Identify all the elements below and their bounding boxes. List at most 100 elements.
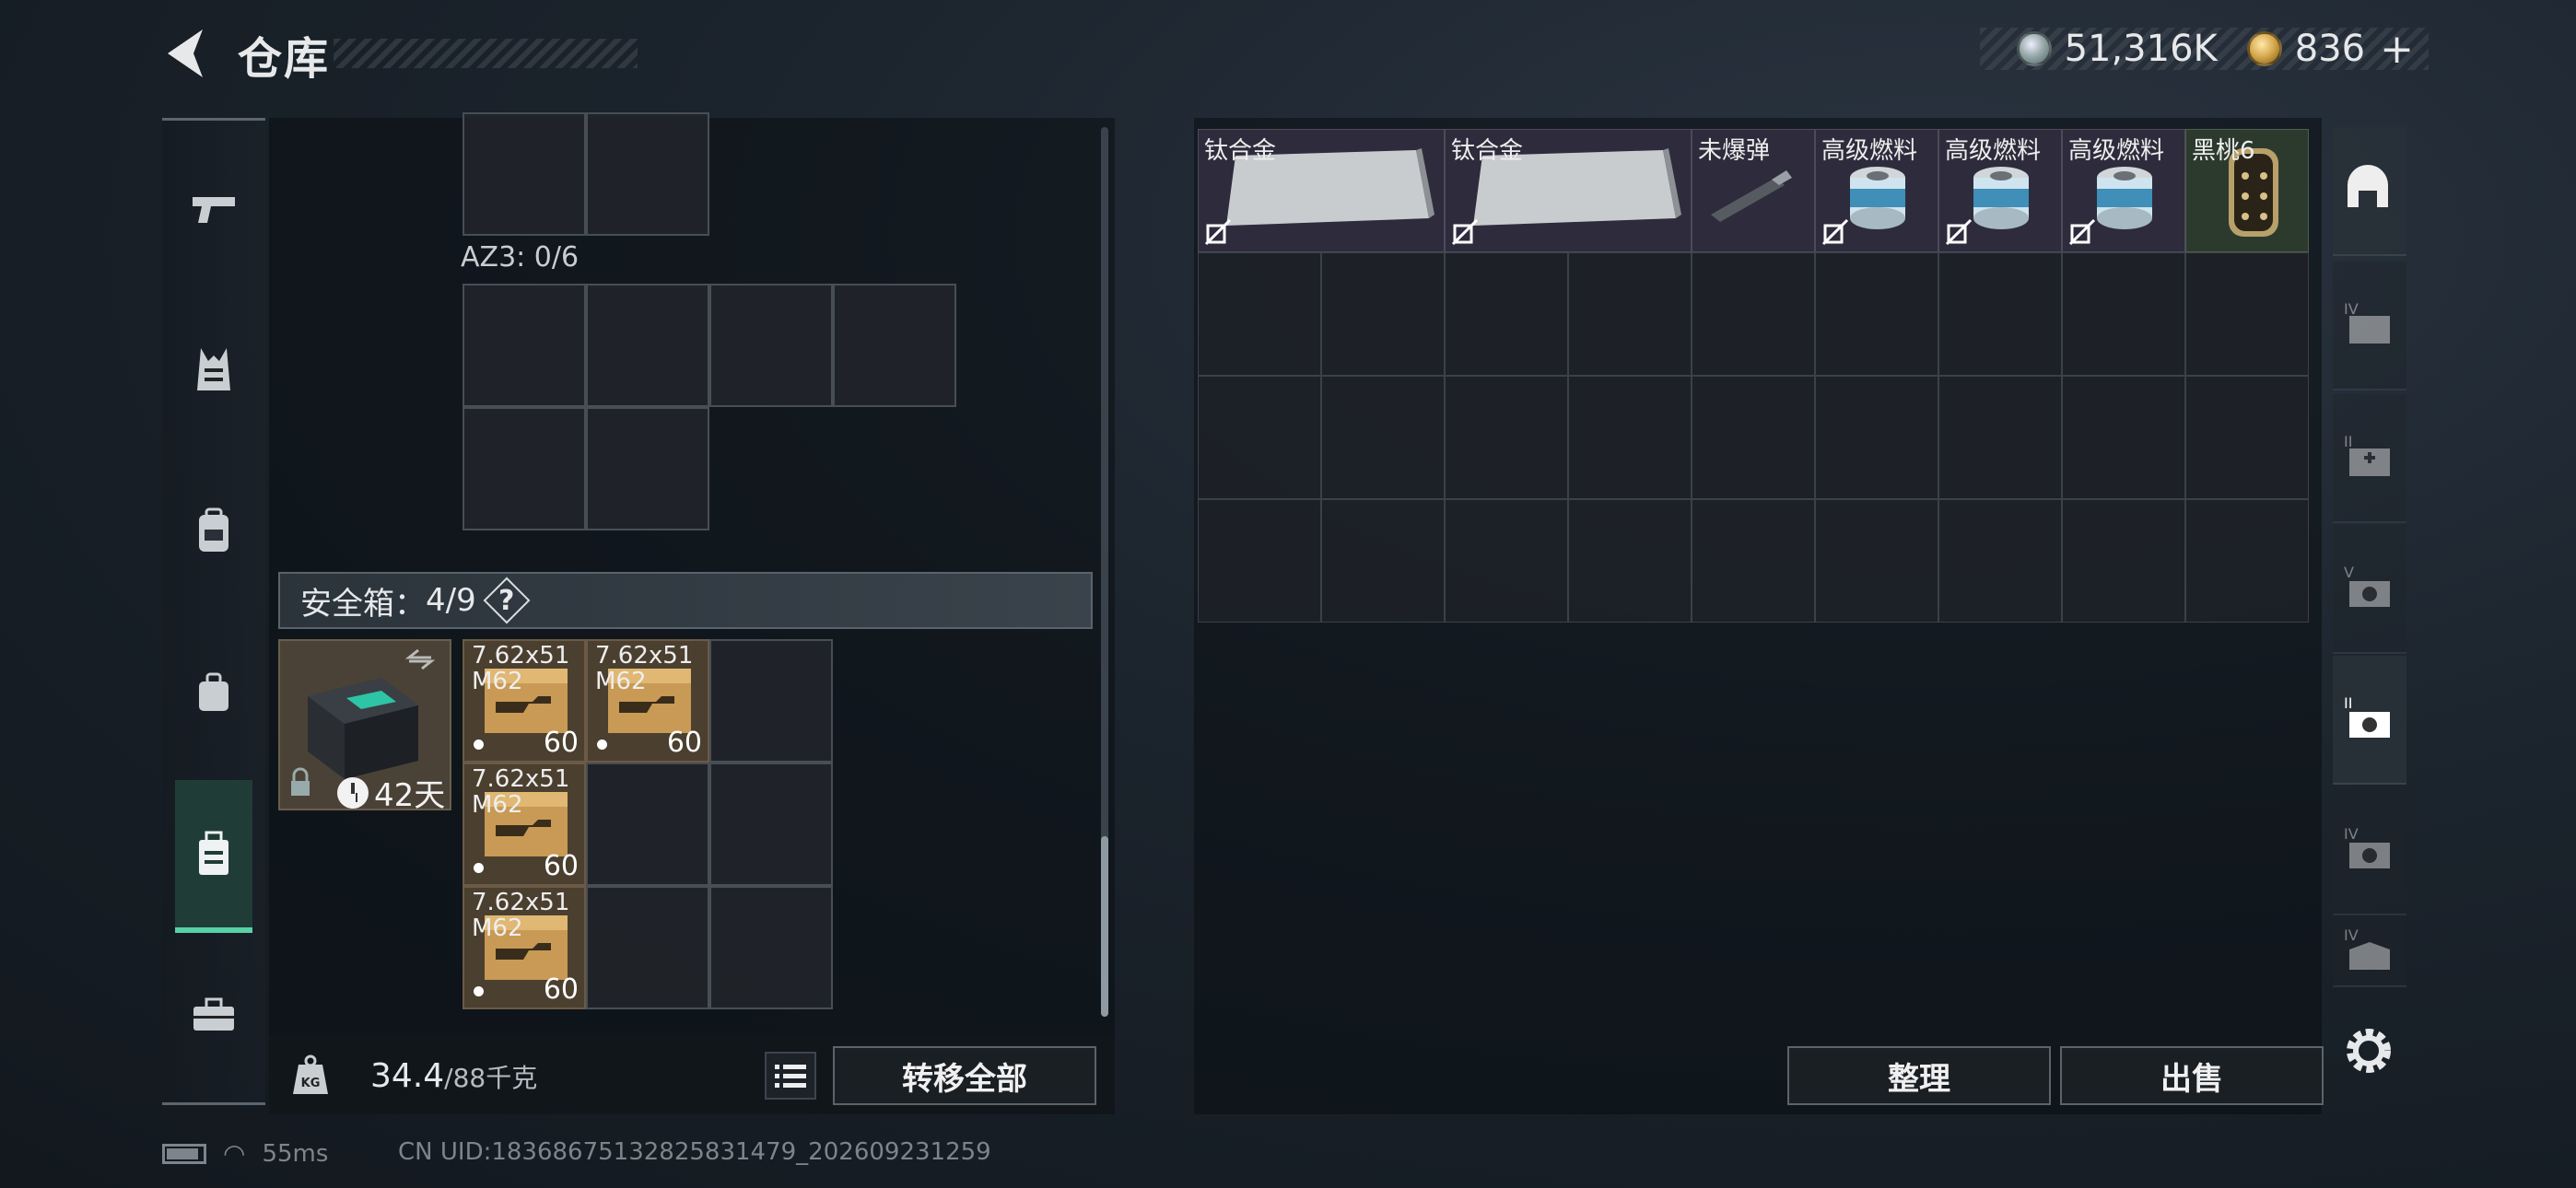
ammo-item[interactable]: 7.62x51 M62 60	[463, 886, 586, 1009]
back-button[interactable]	[162, 26, 208, 81]
battery-icon	[162, 1143, 206, 1164]
folder-iv-icon: IV	[2344, 300, 2390, 344]
grid-cell[interactable]	[586, 886, 709, 1009]
ammo-item[interactable]: 7.62x51 M62 60	[463, 639, 586, 763]
item-label: 黑桃6	[2192, 137, 2255, 165]
grid-cell[interactable]	[709, 284, 833, 407]
sidebar-item-toolbox[interactable]	[175, 963, 252, 1065]
grid-cell[interactable]	[709, 886, 833, 1009]
grid-cell[interactable]	[833, 284, 956, 407]
stash-grid-cell[interactable]	[1445, 376, 1568, 499]
stash-grid-cell[interactable]	[1938, 499, 2062, 623]
stash-item-fuel[interactable]: 高级燃料	[1938, 129, 2062, 252]
stash-grid-cell[interactable]	[1321, 376, 1445, 499]
organize-button[interactable]: 整理	[1787, 1046, 2051, 1105]
pouch-icon	[199, 672, 228, 711]
gear-icon	[2347, 1029, 2391, 1073]
stash-grid-cell[interactable]	[1198, 499, 1321, 623]
safe-box-count: 4/9	[426, 582, 476, 619]
sidebar-item-safe-case[interactable]	[175, 780, 252, 933]
ammo-count: 60	[543, 973, 579, 1006]
stash-grid-cell[interactable]	[2062, 499, 2185, 623]
status-bar: ◠ 55ms	[162, 1138, 328, 1169]
svg-text:KG: KG	[301, 1077, 321, 1090]
grid-cell[interactable]	[709, 763, 833, 886]
add-currency-button[interactable]: +	[2380, 26, 2414, 73]
transfer-all-button[interactable]: 转移全部	[833, 1046, 1096, 1105]
safe-box-duration: 42天	[337, 770, 445, 815]
sidebar-item-vest[interactable]	[175, 319, 252, 420]
list-view-button[interactable]	[765, 1052, 816, 1100]
weight-kg-icon: KG	[291, 1054, 330, 1096]
stash-item-card[interactable]: 黑桃6	[2185, 129, 2309, 252]
sidebar-item-pouch[interactable]	[175, 641, 252, 742]
stash-grid-cell[interactable]	[2062, 252, 2185, 376]
stash-grid-cell[interactable]	[1321, 252, 1445, 376]
list-icon	[775, 1065, 806, 1088]
az3-label: AZ3: 0/6	[461, 241, 580, 274]
grid-cell[interactable]	[586, 284, 709, 407]
stash-grid-cell[interactable]	[2185, 499, 2309, 623]
ammo-grade-dot	[597, 740, 607, 750]
stash-grid-cell[interactable]	[1815, 376, 1938, 499]
help-button[interactable]: ?	[486, 579, 528, 622]
item-label: 高级燃料	[1821, 137, 1918, 165]
item-label: 高级燃料	[2068, 137, 2165, 165]
stash-item-titanium[interactable]: 钛合金	[1445, 129, 1692, 252]
camera-v-icon: V	[2344, 564, 2390, 607]
stash-tab-6[interactable]: IV	[2333, 786, 2406, 915]
stash-grid-cell[interactable]	[1692, 376, 1815, 499]
grid-cell[interactable]	[586, 407, 709, 530]
stash-grid-cell[interactable]	[1815, 499, 1938, 623]
grid-cell[interactable]	[586, 763, 709, 886]
svg-text:IV: IV	[2344, 825, 2359, 843]
stash-home-icon	[2348, 165, 2388, 207]
stash-grid-cell[interactable]	[2062, 376, 2185, 499]
stash-grid-cell[interactable]	[1445, 252, 1568, 376]
settings-button[interactable]	[2340, 1022, 2397, 1079]
stash-grid-cell[interactable]	[1568, 499, 1692, 623]
bag-iv-icon: IV	[2344, 926, 2390, 970]
grid-cell[interactable]	[463, 112, 586, 236]
stash-grid-cell[interactable]	[1938, 252, 2062, 376]
stash-grid-cell[interactable]	[1198, 252, 1321, 376]
stash-grid-cell[interactable]	[2185, 252, 2309, 376]
grid-cell[interactable]	[586, 112, 709, 236]
ammo-count: 60	[543, 850, 579, 882]
scrollbar-thumb[interactable]	[1101, 836, 1108, 1017]
stash-grid-cell[interactable]	[1568, 376, 1692, 499]
grid-cell[interactable]	[463, 284, 586, 407]
stash-tab-1[interactable]	[2333, 127, 2406, 256]
stash-item-dud[interactable]: 未爆弹	[1692, 129, 1815, 252]
ammo-item[interactable]: 7.62x51 M62 60	[586, 639, 709, 763]
grid-cell[interactable]	[463, 407, 586, 530]
stash-grid-cell[interactable]	[1321, 499, 1445, 623]
stash-grid-cell[interactable]	[1568, 252, 1692, 376]
stash-grid-cell[interactable]	[2185, 376, 2309, 499]
stash-tab-3[interactable]: II	[2333, 394, 2406, 523]
sidebar-item-backpack[interactable]	[175, 480, 252, 581]
stash-grid-cell[interactable]	[1692, 252, 1815, 376]
silver-amount: 51,316K	[2064, 28, 2218, 70]
gold-coin-icon	[2246, 31, 2282, 66]
sidebar-item-weapon[interactable]	[175, 157, 252, 259]
sell-button[interactable]: 出售	[2060, 1046, 2324, 1105]
stash-tab-5[interactable]: II	[2333, 656, 2406, 785]
stash-tab-2[interactable]: IV	[2333, 262, 2406, 390]
stash-item-fuel[interactable]: 高级燃料	[2062, 129, 2185, 252]
help-icon: ?	[498, 584, 515, 617]
grid-cell[interactable]	[709, 639, 833, 763]
stash-grid-cell[interactable]	[1198, 376, 1321, 499]
ammo-item[interactable]: 7.62x51 M62 60	[463, 763, 586, 886]
stash-tab-4[interactable]: V	[2333, 525, 2406, 654]
safe-box-header: 安全箱： 4/9 ?	[278, 572, 1093, 629]
stash-tab-7[interactable]: IV	[2333, 917, 2406, 987]
stash-grid-cell[interactable]	[1938, 376, 2062, 499]
stash-item-titanium[interactable]: 钛合金	[1198, 129, 1445, 252]
stash-item-fuel[interactable]: 高级燃料	[1815, 129, 1938, 252]
vest-icon	[197, 348, 230, 390]
non-transferable-icon	[1204, 218, 1232, 246]
stash-grid-cell[interactable]	[1445, 499, 1568, 623]
stash-grid-cell[interactable]	[1815, 252, 1938, 376]
stash-grid-cell[interactable]	[1692, 499, 1815, 623]
